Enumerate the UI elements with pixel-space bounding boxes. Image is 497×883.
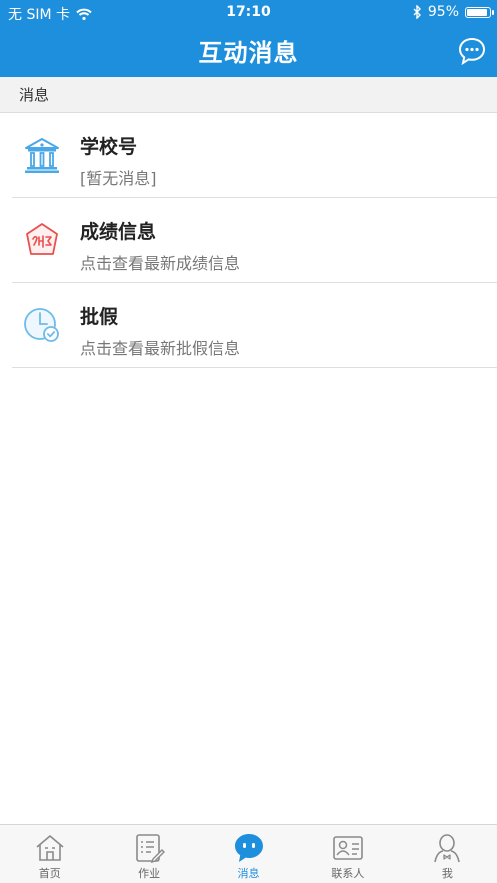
tab-label: 我 — [441, 867, 453, 880]
homework-icon — [136, 834, 166, 864]
tab-label: 消息 — [237, 867, 260, 880]
tab-label: 联系人 — [331, 867, 365, 880]
message-title: 成绩信息 — [80, 221, 157, 243]
battery-icon — [465, 6, 494, 18]
score-tag-icon — [26, 223, 58, 255]
message-title: 学校号 — [80, 136, 138, 158]
tab-home[interactable]: 首页 — [0, 825, 99, 883]
contact-card-icon — [333, 836, 363, 860]
message-title: 批假 — [80, 306, 119, 328]
clock-check-icon — [24, 308, 59, 342]
app-header: 无 SIM 卡 17:10 95% 互动消息 — [0, 0, 497, 77]
message-icon — [234, 834, 263, 862]
bluetooth-icon — [413, 5, 421, 19]
message-subtitle: 点击查看最新成绩信息 — [80, 254, 241, 273]
tab-contacts[interactable]: 联系人 — [298, 825, 397, 883]
section-header: 消息 — [0, 77, 497, 113]
tab-label: 作业 — [138, 867, 161, 880]
page-title: 互动消息 — [198, 39, 299, 67]
message-list: 学校号 [暂无消息] 成绩信息 点击查看最新成绩信息 批假 点击查看最新批假信息 — [0, 113, 497, 368]
tab-label: 首页 — [38, 867, 61, 880]
divider — [12, 367, 497, 368]
profile-icon — [434, 834, 461, 863]
message-subtitle: [暂无消息] — [80, 169, 157, 188]
tab-me[interactable]: 我 — [398, 825, 497, 883]
tab-messages[interactable]: 消息 — [199, 825, 298, 883]
home-icon — [36, 835, 64, 861]
message-item-leave[interactable]: 批假 点击查看最新批假信息 — [0, 283, 497, 368]
message-item-school[interactable]: 学校号 [暂无消息] — [0, 113, 497, 198]
school-building-icon — [25, 138, 59, 173]
tab-homework[interactable]: 作业 — [99, 825, 198, 883]
chat-bubble-icon[interactable] — [457, 36, 487, 66]
battery-percent: 95% — [427, 4, 459, 20]
message-subtitle: 点击查看最新批假信息 — [80, 339, 241, 358]
tab-bar: 首页 作业 消息 联系人 我 — [0, 824, 497, 883]
message-item-scores[interactable]: 成绩信息 点击查看最新成绩信息 — [0, 198, 497, 283]
status-bar: 无 SIM 卡 17:10 95% — [0, 0, 497, 26]
